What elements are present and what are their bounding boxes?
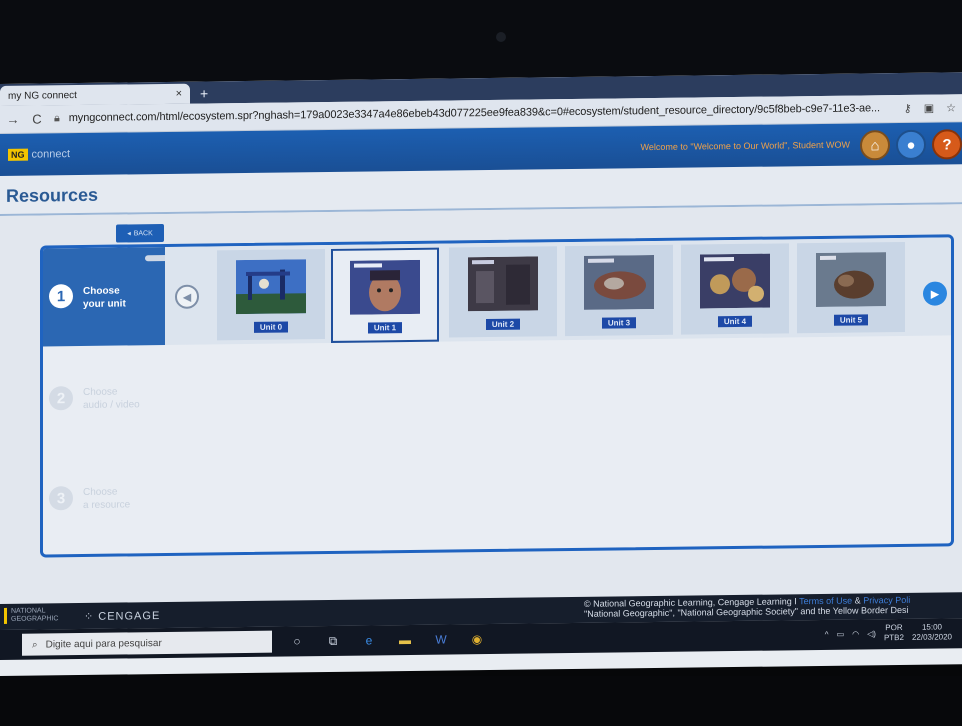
task-view-icon[interactable]: ⧉	[322, 630, 344, 652]
new-tab-button[interactable]: +	[200, 83, 208, 103]
back-button[interactable]: ◂ BACK	[116, 223, 164, 243]
terms-link[interactable]: Terms of Use	[799, 596, 852, 607]
carousel-next-button[interactable]: ▶	[923, 281, 947, 306]
chevron-left-icon: ◀	[182, 291, 192, 304]
step-label: Choose audio / video	[83, 385, 140, 412]
carousel-prev-button[interactable]: ◀	[175, 284, 199, 309]
profile-button[interactable]: ●	[896, 129, 926, 161]
unit-card-5[interactable]: Unit 5	[797, 241, 905, 334]
system-tray: ^ ▭ ◠ ◁) POR PTB2 15:00 22/03/2020	[825, 622, 952, 644]
back-label: BACK	[133, 229, 153, 237]
unit-label: Unit 5	[833, 314, 869, 326]
unit-1-thumbnail	[350, 259, 420, 315]
copyright-notice: © National Geographic Learning, Cengage …	[584, 595, 910, 619]
resource-chooser-panel: 1 Choose your unit ◀ Unit 0 Unit 1 Unit …	[40, 234, 954, 558]
ampersand: &	[854, 595, 861, 606]
unit-label: Unit 4	[717, 315, 753, 328]
step-number: 1	[49, 284, 73, 309]
close-tab-icon[interactable]: ×	[176, 88, 182, 100]
url-field[interactable]: 🔒︎ myngconnect.com/html/ecosystem.spr?ng…	[54, 102, 894, 125]
keyboard-layout: PTB2	[883, 632, 904, 643]
wifi-icon[interactable]: ◠	[852, 629, 859, 638]
national-geographic-logo: NATIONAL GEOGRAPHIC	[4, 607, 59, 624]
help-icon: ?	[942, 135, 952, 153]
logo-text: connect	[31, 148, 71, 161]
screen: my NG connect × + → C 🔒︎ myngconnect.com…	[0, 72, 962, 677]
chevron-left-icon: ◂	[127, 230, 131, 238]
unit-0-thumbnail	[236, 259, 306, 315]
address-bar-actions: ⚷ ▣ ☆	[904, 101, 956, 115]
step-label-line2: your unit	[83, 298, 126, 310]
star-icon[interactable]: ☆	[946, 101, 956, 114]
cengage-text: CENGAGE	[98, 610, 161, 623]
privacy-link[interactable]: Privacy Poli	[863, 595, 910, 606]
lang-code: POR	[885, 622, 903, 633]
unit-label: Unit 1	[367, 322, 403, 334]
unit-label: Unit 3	[601, 317, 637, 329]
lock-icon: 🔒︎	[54, 112, 60, 125]
url-text: myngconnect.com/html/ecosystem.spr?nghas…	[68, 102, 880, 125]
logo-badge: NG	[8, 148, 28, 161]
step-number: 2	[49, 386, 73, 411]
step-label-line2: a resource	[83, 499, 131, 511]
unit-5-thumbnail	[816, 252, 886, 308]
chrome-icon[interactable]: ◉	[466, 628, 488, 650]
unit-3-thumbnail	[584, 255, 654, 310]
step-label-line1: Choose	[83, 285, 120, 297]
step-label-line1: Choose	[83, 386, 118, 398]
step-label-line1: Choose	[83, 486, 118, 498]
chevron-right-icon: ▶	[930, 288, 940, 301]
user-icon: ●	[906, 136, 916, 154]
unit-label: Unit 0	[253, 321, 289, 333]
photo-of-laptop-screen: my NG connect × + → C 🔒︎ myngconnect.com…	[0, 0, 962, 726]
tab-title: my NG connect	[8, 89, 77, 102]
step-label-line2: audio / video	[83, 399, 140, 411]
ng-logo-line2: GEOGRAPHIC	[11, 615, 59, 623]
webcam	[496, 32, 506, 42]
unit-card-2[interactable]: Unit 2	[449, 246, 557, 338]
clock-date: 22/03/2020	[911, 632, 952, 642]
cortana-icon[interactable]: ○	[286, 630, 308, 652]
step-label: Choose your unit	[83, 284, 126, 311]
step-label: Choose a resource	[83, 485, 130, 512]
step-choose-unit: 1 Choose your unit	[43, 246, 181, 347]
search-icon: ⌕	[32, 639, 38, 651]
key-icon[interactable]: ⚷	[904, 102, 912, 115]
language-indicator[interactable]: POR PTB2	[884, 623, 904, 643]
taskbar-search[interactable]: ⌕ Digite aqui para pesquisar	[22, 630, 272, 656]
word-icon[interactable]: W	[430, 628, 452, 650]
browser-tab[interactable]: my NG connect ×	[0, 83, 190, 106]
unit-card-0[interactable]: Unit 0	[217, 249, 325, 341]
unit-2-thumbnail	[468, 256, 538, 312]
unit-4-thumbnail	[700, 253, 770, 309]
cengage-dots-icon: ⁘	[84, 610, 99, 623]
unit-label: Unit 2	[485, 318, 521, 331]
home-icon: ⌂	[870, 136, 880, 154]
unit-carousel: ◀ Unit 0 Unit 1 Unit 2 Unit 3 Unit 4 Uni…	[165, 237, 954, 345]
laptop-bottom-bezel	[0, 676, 962, 726]
back-arrow-icon[interactable]: →	[6, 112, 20, 127]
battery-icon[interactable]: ▭	[837, 629, 845, 638]
extension-icon[interactable]: ▣	[924, 102, 934, 115]
clock-time: 15:00	[921, 622, 942, 632]
ng-connect-logo[interactable]: NG connect	[8, 148, 70, 161]
reload-icon[interactable]: C	[30, 111, 44, 126]
search-placeholder: Digite aqui para pesquisar	[45, 637, 162, 650]
file-explorer-icon[interactable]: ▬	[394, 629, 416, 651]
tray-chevron-icon[interactable]: ^	[825, 629, 829, 638]
clock[interactable]: 15:00 22/03/2020	[912, 622, 952, 642]
cengage-logo: ⁘ CENGAGE	[84, 609, 160, 623]
volume-icon[interactable]: ◁)	[867, 629, 876, 638]
home-button[interactable]: ⌂	[860, 130, 890, 161]
help-button[interactable]: ?	[932, 129, 962, 160]
welcome-text: Welcome to "Welcome to Our World", Stude…	[640, 139, 850, 153]
step-number: 3	[49, 486, 73, 511]
edge-icon[interactable]: e	[358, 629, 380, 651]
main-content: ◂ BACK 1 Choose your unit ◀ Unit 0 Unit …	[0, 204, 962, 636]
unit-card-4[interactable]: Unit 4	[681, 243, 789, 335]
unit-card-3[interactable]: Unit 3	[565, 244, 673, 337]
unit-card-1[interactable]: Unit 1	[331, 247, 439, 343]
